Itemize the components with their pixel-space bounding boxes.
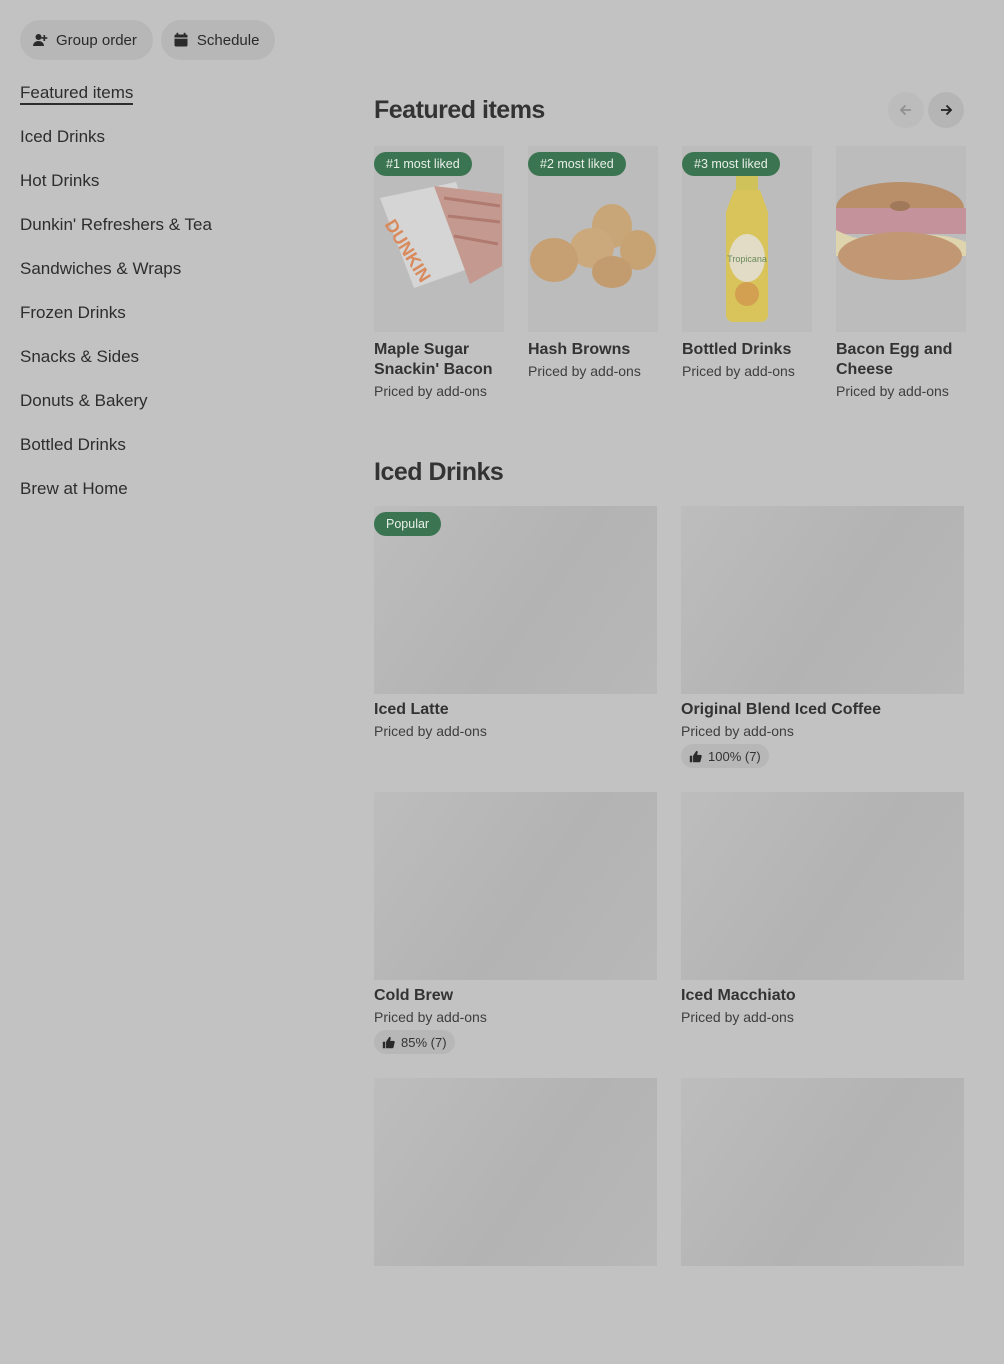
item-image [681, 506, 964, 694]
item-name: Original Blend Iced Coffee [681, 701, 882, 718]
sidebar-item-brew-at-home[interactable]: Brew at Home [20, 474, 320, 518]
sidebar-item-refreshers-tea[interactable]: Dunkin' Refreshers & Tea [20, 210, 320, 254]
most-liked-badge: #3 most liked [682, 152, 780, 176]
item-name: Iced Macchiato [681, 987, 796, 1004]
item-image [374, 792, 657, 980]
popular-badge: Popular [374, 512, 442, 536]
featured-section-title: Featured items [374, 96, 545, 124]
item-price: Priced by add-ons [836, 383, 949, 399]
category-sidebar: Featured items Iced Drinks Hot Drinks Du… [20, 78, 320, 518]
carousel-next-button[interactable] [928, 92, 964, 128]
schedule-label: Schedule [196, 31, 260, 49]
item-price: Priced by add-ons [374, 1009, 487, 1025]
top-actions: Group order Schedule [20, 20, 276, 60]
iced-drinks-grid: Popular Iced Latte Priced by add-ons Ori… [374, 506, 964, 1364]
item-price: Priced by add-ons [374, 383, 487, 399]
iced-drinks-section-title: Iced Drinks [374, 458, 504, 486]
item-name: Bacon Egg and Cheese [836, 341, 953, 378]
item-price: Priced by add-ons [374, 723, 487, 739]
item-image: Popular [374, 506, 657, 694]
thumbs-up-icon [689, 750, 702, 762]
sidebar-item-iced-drinks[interactable]: Iced Drinks [20, 122, 320, 166]
sidebar-item-sandwiches-wraps[interactable]: Sandwiches & Wraps [20, 254, 320, 298]
menu-item-card[interactable] [681, 1078, 964, 1364]
sidebar-item-featured-items[interactable]: Featured items [20, 78, 320, 122]
featured-item-card[interactable]: #1 most liked DUNKIN Maple Sugar Snackin… [374, 146, 504, 399]
rating-badge: 100% (7) [681, 744, 769, 768]
item-image [681, 792, 964, 980]
menu-item-card[interactable]: Popular Iced Latte Priced by add-ons [374, 506, 657, 792]
item-name: Maple Sugar Snackin' Bacon [374, 341, 493, 378]
item-name: Hash Browns [528, 341, 631, 358]
item-image: #1 most liked DUNKIN [374, 146, 504, 332]
sidebar-item-frozen-drinks[interactable]: Frozen Drinks [20, 298, 320, 342]
thumbs-up-icon [382, 1036, 395, 1048]
svg-text:Tropicana: Tropicana [727, 254, 767, 264]
item-name: Cold Brew [374, 987, 454, 1004]
item-image [681, 1078, 964, 1266]
sidebar-item-hot-drinks[interactable]: Hot Drinks [20, 166, 320, 210]
item-price: Priced by add-ons [682, 363, 795, 379]
item-price: Priced by add-ons [681, 1009, 794, 1025]
item-image: #3 most liked Tropicana [682, 146, 812, 332]
item-image [374, 1078, 657, 1266]
group-order-label: Group order [56, 31, 137, 49]
item-price: Priced by add-ons [528, 363, 641, 379]
featured-item-card[interactable]: #2 most liked Hash Browns Priced by add-… [528, 146, 658, 399]
menu-item-card[interactable]: Original Blend Iced Coffee Priced by add… [681, 506, 964, 792]
item-image [836, 146, 966, 332]
sidebar-item-snacks-sides[interactable]: Snacks & Sides [20, 342, 320, 386]
menu-item-card[interactable]: Cold Brew Priced by add-ons 85% (7) [374, 792, 657, 1078]
item-image: #2 most liked [528, 146, 658, 332]
menu-item-card[interactable]: Iced Macchiato Priced by add-ons [681, 792, 964, 1078]
arrow-left-icon [899, 104, 911, 116]
most-liked-badge: #2 most liked [528, 152, 626, 176]
rating-badge: 85% (7) [374, 1030, 455, 1054]
item-price: Priced by add-ons [681, 723, 794, 739]
sidebar-item-donuts-bakery[interactable]: Donuts & Bakery [20, 386, 320, 430]
most-liked-badge: #1 most liked [374, 152, 472, 176]
add-person-icon [33, 34, 48, 46]
carousel-controls [888, 92, 964, 128]
group-order-button[interactable]: Group order [20, 20, 153, 60]
featured-item-card[interactable]: #3 most liked Tropicana Bottled Drinks P… [682, 146, 812, 399]
bagel-sandwich-image [836, 182, 966, 280]
carousel-prev-button[interactable] [888, 92, 924, 128]
schedule-button[interactable]: Schedule [160, 20, 276, 60]
featured-item-card[interactable]: Bacon Egg and Cheese Priced by add-ons [836, 146, 966, 399]
calendar-icon [174, 32, 188, 47]
arrow-right-icon [941, 104, 953, 116]
item-name: Iced Latte [374, 701, 449, 718]
featured-carousel: #1 most liked DUNKIN Maple Sugar Snackin… [374, 146, 966, 399]
item-name: Bottled Drinks [682, 341, 792, 358]
rating-text: 100% (7) [708, 748, 761, 764]
menu-item-card[interactable] [374, 1078, 657, 1364]
rating-text: 85% (7) [401, 1034, 447, 1050]
sidebar-item-bottled-drinks[interactable]: Bottled Drinks [20, 430, 320, 474]
